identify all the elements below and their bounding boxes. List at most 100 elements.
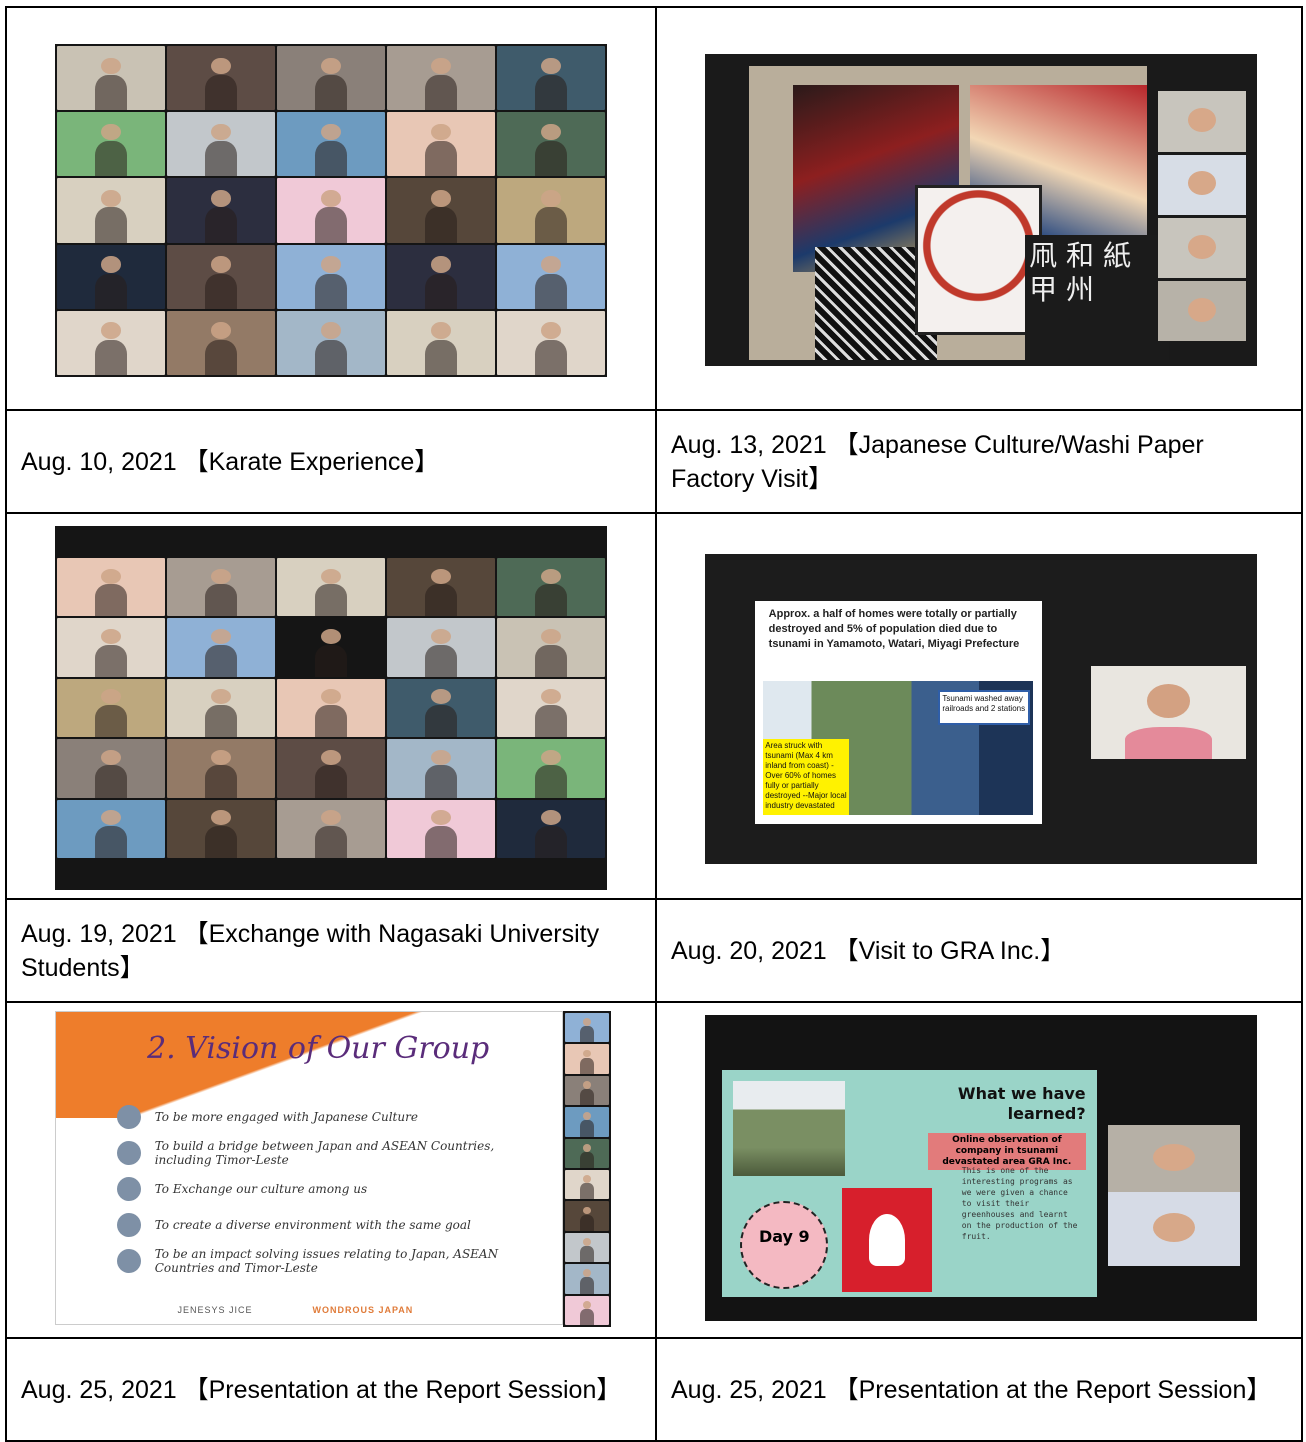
list-item: To be more engaged with Japanese Culture (116, 1099, 522, 1135)
video-tile (387, 244, 495, 309)
video-tile (167, 799, 275, 858)
video-tile (497, 678, 605, 738)
video-tile (57, 618, 165, 677)
callout-railroads: Tsunami washed away railroads and 2 stat… (938, 689, 1031, 726)
video-tile (1107, 1192, 1241, 1266)
kabuki-mask-kite (914, 185, 1043, 335)
video-tile (167, 678, 275, 738)
video-tile (277, 739, 385, 798)
callout-area-struck: Area struck with tsunami (Max 4 km inlan… (763, 738, 850, 815)
tsunami-slide: Approx. a half of homes were totally or … (754, 600, 1042, 824)
caption-cell: Aug. 19, 2021 【Exchange with Nagasaki Un… (5, 898, 657, 1003)
video-tile (565, 1169, 609, 1200)
video-tile (497, 244, 605, 309)
photo-cell-gra: Approx. a half of homes were totally or … (655, 512, 1303, 900)
vision-slide: 2. Vision of Our Group To be more engage… (55, 1011, 563, 1325)
photo-cell-day9: Day 9 What we have learned? Online obser… (655, 1001, 1303, 1339)
video-tile (57, 310, 165, 375)
video-tile (387, 46, 495, 111)
photo-cell-washi: 凧 和 紙 甲 州 (655, 6, 1303, 411)
vision-list: To be more engaged with Japanese Culture… (116, 1099, 522, 1279)
video-tile (57, 46, 165, 111)
list-item: To Exchange our culture among us (116, 1171, 522, 1207)
caption-cell: Aug. 25, 2021 【Presentation at the Repor… (655, 1337, 1303, 1442)
video-tile (57, 739, 165, 798)
video-tile (167, 46, 275, 111)
bullet-icon (116, 1141, 141, 1166)
photo-caption: Aug. 20, 2021 【Visit to GRA Inc.】 (671, 936, 1066, 965)
photo-caption: Aug. 10, 2021 【Karate Experience】 (21, 447, 440, 476)
photo-report-table: 凧 和 紙 甲 州 Aug. 10, 2021 【Karate Experien… (5, 6, 1303, 1442)
list-item-text: To Exchange our culture among us (154, 1182, 368, 1197)
video-tile (565, 1264, 609, 1294)
caption-cell: Aug. 20, 2021 【Visit to GRA Inc.】 (655, 898, 1303, 1003)
bullet-icon (116, 1105, 141, 1130)
video-tile (57, 178, 165, 243)
photo-cell-vision: 2. Vision of Our Group To be more engage… (5, 1001, 657, 1339)
video-tile (57, 112, 165, 177)
speaker-shirt (1125, 726, 1212, 759)
photo-caption: Aug. 25, 2021 【Presentation at the Repor… (671, 1375, 1272, 1404)
video-tile (565, 1044, 609, 1074)
bullet-icon (116, 1249, 141, 1274)
video-tile (497, 799, 605, 858)
video-tile (387, 112, 495, 177)
speaker-video (1091, 665, 1246, 759)
list-item-text: To be more engaged with Japanese Culture (154, 1110, 418, 1125)
video-tile (565, 1013, 609, 1043)
video-tile (167, 244, 275, 309)
photo-caption: Aug. 13, 2021 【Japanese Culture/Washi Pa… (671, 430, 1204, 493)
video-tile (387, 678, 495, 738)
video-tile (387, 558, 495, 617)
video-tile (277, 112, 385, 177)
video-tile (565, 1107, 609, 1137)
greenhouse-photo (732, 1081, 846, 1177)
video-tile (497, 558, 605, 617)
video-tile (565, 1295, 609, 1325)
strawberry-photo (841, 1187, 932, 1292)
day9-slide: Day 9 What we have learned? Online obser… (721, 1070, 1097, 1297)
video-tile (167, 739, 275, 798)
list-item: To create a diverse environment with the… (116, 1207, 522, 1243)
slide-title: 2. Vision of Our Group (147, 1030, 490, 1066)
video-tile (497, 739, 605, 798)
video-tile (277, 678, 385, 738)
video-tile (277, 310, 385, 375)
caption-cell: Aug. 25, 2021 【Presentation at the Repor… (5, 1337, 657, 1442)
footer-logos: JENESYS JICE (177, 1304, 253, 1315)
video-tile (1157, 217, 1246, 278)
video-tile (387, 310, 495, 375)
video-tile (57, 799, 165, 858)
video-tile (167, 112, 275, 177)
participant-strip (563, 1011, 611, 1327)
video-tile (565, 1075, 609, 1106)
video-tile (387, 739, 495, 798)
video-tile (497, 310, 605, 375)
bullet-icon (116, 1213, 141, 1238)
slide-footer: JENESYS JICE WONDROUS JAPAN (177, 1305, 413, 1315)
video-tile (387, 799, 495, 858)
nagasaki-zoom-screenshot (55, 526, 607, 890)
gra-zoom-screenshot: Approx. a half of homes were totally or … (705, 554, 1257, 864)
speaker-face (1147, 684, 1191, 718)
list-item-text: To build a bridge between Japan and ASEA… (154, 1139, 495, 1168)
video-tile (1107, 1125, 1241, 1193)
video-tile (277, 558, 385, 617)
video-tile (277, 46, 385, 111)
video-tile (1157, 91, 1246, 152)
video-tile (497, 112, 605, 177)
video-tile (57, 678, 165, 738)
photo-cell-karate (5, 6, 657, 411)
video-tile (1157, 154, 1246, 215)
day-badge: Day 9 (740, 1201, 829, 1290)
video-tile (387, 618, 495, 677)
video-tile (565, 1232, 609, 1263)
video-tile (497, 46, 605, 111)
video-tile (277, 178, 385, 243)
list-item-text: To be an impact solving issues relating … (154, 1247, 499, 1276)
caption-cell: Aug. 10, 2021 【Karate Experience】 (5, 409, 657, 514)
list-item: To build a bridge between Japan and ASEA… (116, 1135, 522, 1171)
photo-caption: Aug. 25, 2021 【Presentation at the Repor… (21, 1375, 622, 1404)
footer-brand: WONDROUS JAPAN (312, 1304, 414, 1315)
slide-title: Approx. a half of homes were totally or … (768, 607, 1020, 650)
